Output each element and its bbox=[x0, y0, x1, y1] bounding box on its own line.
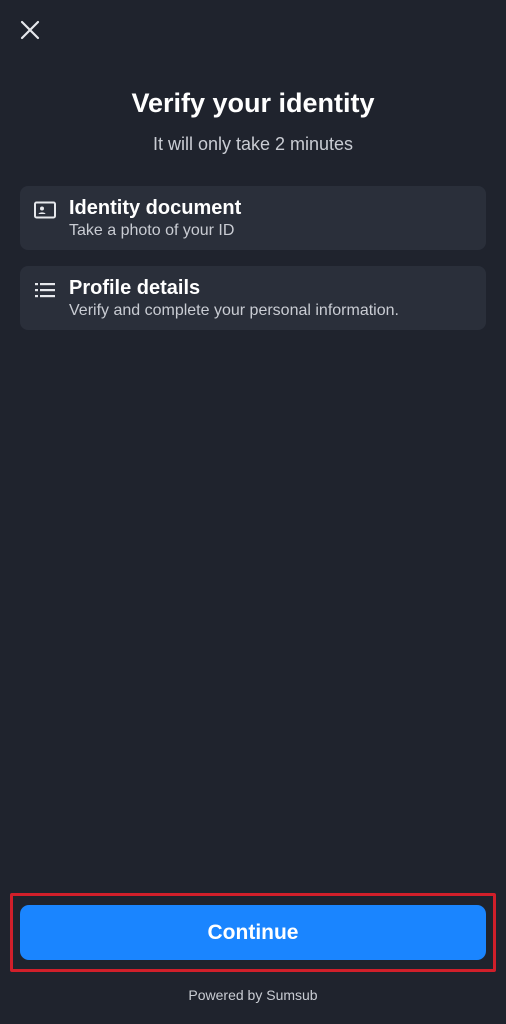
id-card-icon bbox=[33, 198, 57, 222]
step-description: Take a photo of your ID bbox=[69, 222, 235, 239]
step-description: Verify and complete your personal inform… bbox=[69, 302, 399, 319]
list-icon bbox=[33, 278, 57, 302]
powered-by-label: Powered by Sumsub bbox=[188, 987, 318, 1003]
close-button[interactable] bbox=[14, 14, 46, 46]
page-subtitle: It will only take 2 minutes bbox=[152, 134, 354, 154]
verification-screen: Verify your identity It will only take 2… bbox=[0, 0, 506, 1024]
step-profile-details[interactable]: Profile details Verify and complete your… bbox=[20, 266, 486, 330]
step-title: Identity document bbox=[69, 197, 242, 219]
page-title: Verify your identity bbox=[131, 88, 375, 118]
step-title: Profile details bbox=[69, 277, 201, 299]
close-icon bbox=[20, 20, 40, 40]
step-identity-document[interactable]: Identity document Take a photo of your I… bbox=[20, 186, 486, 250]
continue-button[interactable]: Continue bbox=[20, 905, 486, 960]
